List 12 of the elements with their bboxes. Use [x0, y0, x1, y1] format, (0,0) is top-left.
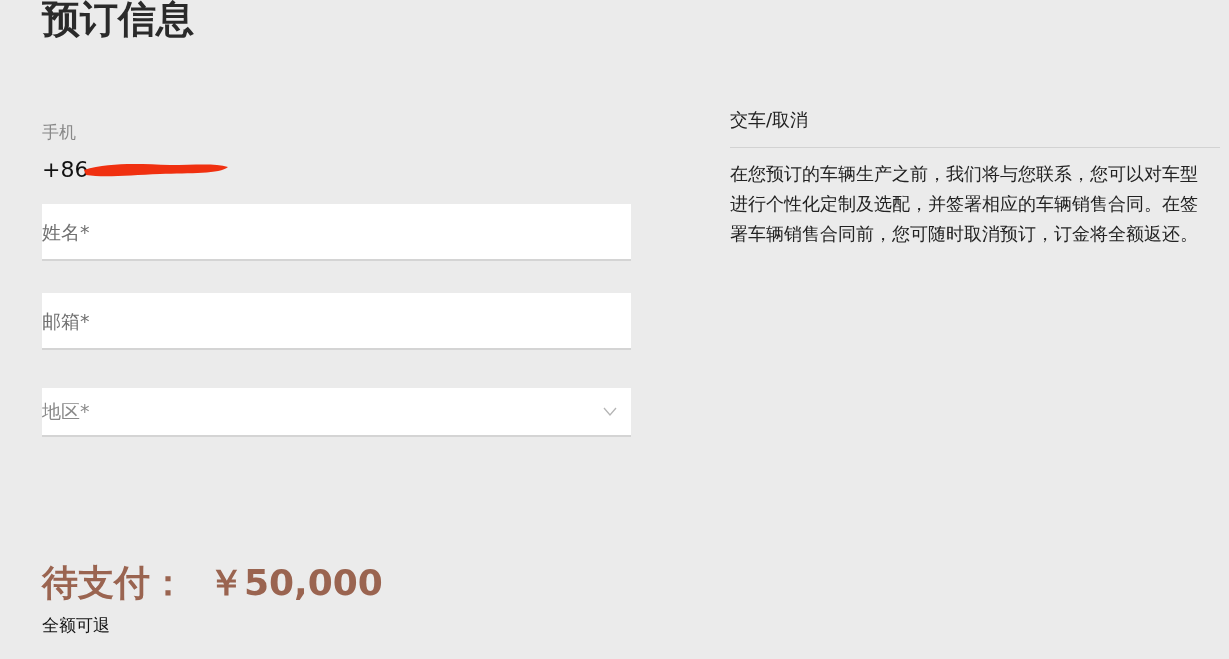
chevron-down-icon	[603, 407, 617, 416]
amount-due: ￥50,000	[208, 561, 383, 605]
dropdown-field[interactable]: 地区*	[42, 388, 631, 437]
text-field[interactable]: 姓名*	[42, 204, 631, 261]
section-heading: 交车/取消	[730, 107, 1220, 148]
text-field[interactable]: 邮箱*	[42, 293, 631, 350]
phone-number: +86	[42, 156, 89, 182]
phone-label: 手机	[42, 121, 76, 144]
policy-text: 在您预订的车辆生产之前，我们将与您联系，您可以对车型进行个性化定制及选配，并签署相应的车辆销售合同。在签署车辆销售合同前，您可随时取消预订，订金将全额返还。	[730, 162, 1199, 246]
amount-due-label: 待支付：	[42, 561, 186, 605]
refund-note: 全额可退	[42, 614, 110, 637]
page-title: 预订信息	[42, 0, 194, 40]
